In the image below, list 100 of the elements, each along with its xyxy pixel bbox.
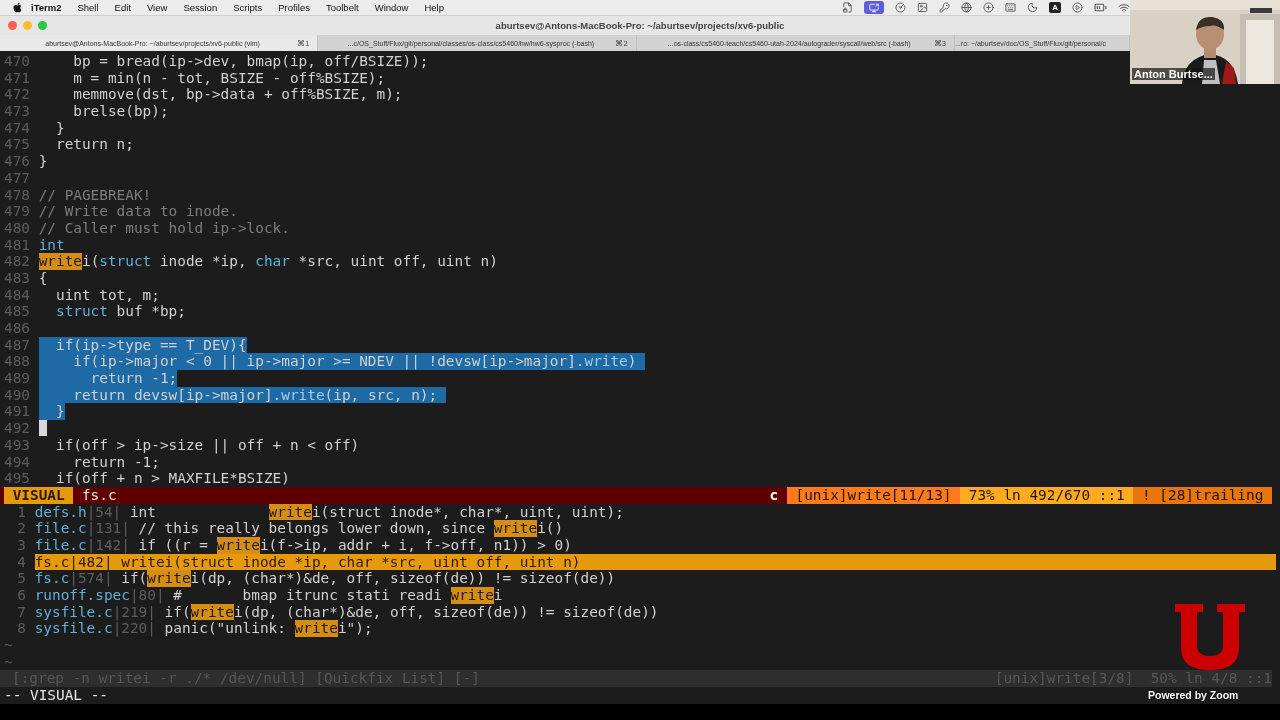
globe-icon[interactable] (961, 2, 973, 13)
line-number: 479 (4, 203, 31, 220)
search-match: write (216, 536, 260, 554)
mode-indicator: VISUAL (4, 486, 74, 504)
code-text: { (38, 269, 48, 287)
code-text: if( (163, 603, 191, 621)
menu-item[interactable]: Help (416, 2, 452, 13)
moon-icon[interactable] (1027, 2, 1039, 13)
code-text: *src, uint off, uint n) (297, 253, 498, 270)
comment: // Caller must hold ip->lock. (38, 219, 290, 237)
code-text: (ip, src, n); (324, 386, 439, 404)
line-number: 2 (16, 520, 26, 537)
line-number: 494 (4, 453, 31, 471)
line-number: 1 (16, 503, 26, 521)
file-name: runoff.spec (34, 587, 130, 604)
video-thumbnail[interactable]: Anton Burtse... (1130, 0, 1280, 84)
line-reference: |54| (86, 503, 122, 521)
image-icon[interactable] (917, 2, 929, 13)
code-text: i(dp, (char*)&de, off, sizeof(de)) != sizeof(de)) (190, 570, 616, 587)
code-text: i() (537, 520, 564, 537)
line-number: 472 (4, 86, 31, 104)
window-title: aburtsev@Antons-MacBook-Pro: ~/aburtsev/projects/xv6-public (494, 20, 786, 31)
menu-item[interactable]: iTerm2 (23, 2, 70, 13)
menu-item[interactable]: Shell (69, 2, 107, 13)
empty-line-marker: ~ (4, 653, 13, 671)
input-source-indicator[interactable]: A (1049, 2, 1061, 13)
code-text: return n; (54, 136, 134, 154)
code-text: memmove(dst, bp->data + off%BSIZE, m); (72, 86, 403, 104)
code-text: } (54, 119, 65, 137)
file-type: c (769, 486, 780, 504)
menu-item[interactable]: Toolbelt (317, 2, 367, 13)
line-number: 487 (4, 336, 31, 354)
key-icon[interactable] (939, 2, 951, 13)
line-number: 4 (16, 553, 26, 571)
file-name: sysfile.c (34, 620, 113, 638)
line-number: 486 (4, 320, 31, 337)
code-text: panic("unlink: (163, 620, 287, 638)
line-number: 470 (4, 53, 31, 70)
file-name: fs.c (80, 486, 117, 504)
line-number: 482 (4, 253, 31, 270)
search-match: write (294, 620, 338, 638)
code-text: i(struct inode*, char*, uint, uint); (311, 503, 624, 521)
code-text: int (128, 503, 157, 521)
line-number: 481 (4, 236, 31, 254)
line-reference: |574| (69, 570, 113, 587)
menu-item[interactable]: Scripts (225, 2, 271, 13)
line-number: 490 (4, 386, 31, 404)
code-text: bp = bread(ip->dev, bmap(ip, off/BSIZE)); (72, 53, 429, 70)
code-text: } (38, 153, 48, 170)
code-text: return -1; (89, 370, 178, 387)
code-text: m = min(n - tot, BSIZE - off%BSIZE); (72, 69, 386, 87)
menu-item[interactable]: Profiles (270, 2, 318, 13)
code-text: inode *ip, (158, 253, 248, 270)
screen-share-icon[interactable] (864, 1, 885, 14)
line-number: 8 (16, 620, 26, 638)
line-number: 495 (4, 470, 31, 487)
command-line: -- VISUAL -- (3, 687, 108, 704)
plus-circle-icon[interactable] (983, 2, 995, 13)
file-name: fs.c (34, 570, 70, 587)
line-number: 476 (4, 153, 31, 170)
line-number: 471 (4, 69, 31, 87)
line-number: 474 (4, 119, 31, 137)
file-name: file.c (34, 520, 87, 537)
status-segment: 73% ln 492/670 ::1 (960, 486, 1134, 504)
battery-icon[interactable] (1094, 1, 1107, 14)
menu-item[interactable]: Session (175, 2, 226, 13)
menu-item[interactable]: View (138, 2, 176, 13)
line-number: 477 (4, 169, 31, 187)
menu-item[interactable]: Window (366, 2, 417, 13)
comment: // Write data to inode. (38, 203, 238, 220)
line-number: 492 (4, 420, 31, 437)
close-button[interactable] (8, 21, 17, 30)
wifi-icon[interactable] (1118, 1, 1130, 14)
keyword: int (38, 236, 65, 254)
keyword: char (255, 253, 290, 270)
menu-item[interactable]: Edit (106, 2, 139, 13)
line-reference: |131| (86, 520, 130, 537)
code-text: write (281, 386, 325, 404)
code-text: i(f->ip, addr + i, f->off, n1)) > 0) (259, 536, 572, 554)
gauge-icon[interactable] (895, 2, 907, 13)
code-text: return -1; (72, 453, 160, 471)
search-match: write (493, 520, 538, 537)
keyword: struct (99, 253, 152, 270)
code-text: write (584, 353, 628, 371)
play-circle-icon[interactable] (1072, 2, 1083, 13)
apple-icon[interactable] (12, 2, 23, 13)
row-highlight[interactable]: fs.c|482| writei(struct inode *ip, char *src, uint off, uint n) (34, 553, 1276, 571)
file-name: defs.h (34, 503, 87, 521)
block-u-logo (1175, 604, 1245, 670)
line-number: 483 (4, 269, 31, 287)
keyboard-icon[interactable] (1005, 2, 1017, 13)
line-reference: |220| (112, 620, 156, 638)
lock-file-icon[interactable] (842, 2, 854, 13)
line-number: 491 (4, 403, 31, 421)
code-text: if(off + n > MAXFILE*BSIZE) (54, 470, 290, 487)
line-reference: |142| (86, 536, 130, 554)
line-number: 484 (4, 286, 31, 304)
line-number: 5 (16, 570, 26, 587)
zoom-caption: Powered by Zoom (1148, 689, 1239, 701)
code-text: } (54, 403, 65, 421)
